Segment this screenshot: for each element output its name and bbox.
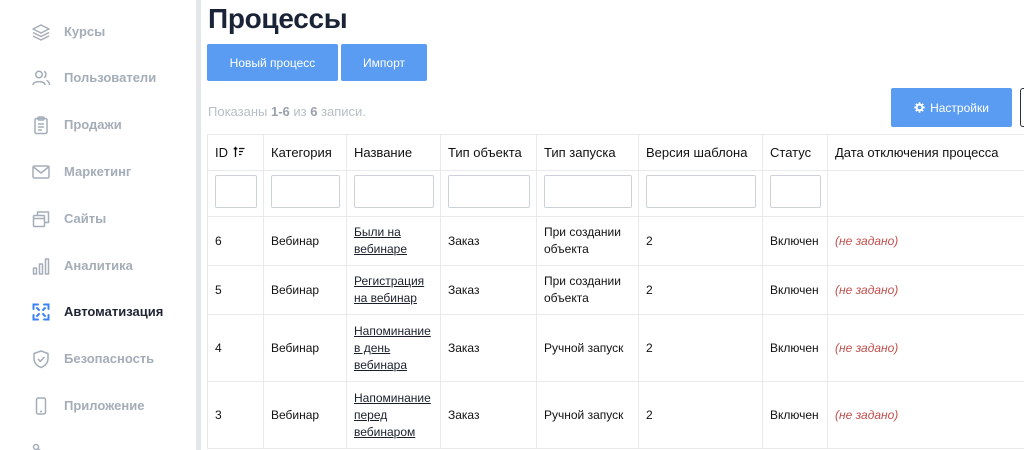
clipboard-icon [31,115,51,135]
scissors-icon [31,442,51,450]
sidebar-item-analytics[interactable]: Аналитика [0,251,196,281]
process-name-link[interactable]: Напоминание перед вебинаром [354,391,431,439]
sidebar-item-courses[interactable]: Курсы [0,17,196,47]
sidebar-item-label: Аналитика [64,258,133,273]
sidebar-item-sales[interactable]: Продажи [0,110,196,140]
users-icon [31,68,51,88]
cell-category: Вебинар [263,314,347,382]
sidebar-item-users[interactable]: Пользователи [0,63,196,93]
cell-category: Вебинар [263,216,347,266]
sidebar-item-security[interactable]: Безопасность [0,344,196,374]
cell-status: Включен [762,314,828,382]
filter-status-input[interactable] [770,175,821,208]
cell-launch-type: При создании объекта [536,216,639,266]
cell-version: 2 [638,381,763,449]
sidebar-item-label: Пользователи [64,70,157,85]
sidebar-item-label: Приложение [64,398,145,413]
sidebar-item-partial [0,437,196,450]
process-name-link[interactable]: Были на вебинаре [354,225,407,256]
cell-version: 2 [638,265,763,315]
sort-ascending-icon[interactable] [233,146,245,158]
cell-category: Вебинар [263,265,347,315]
mail-icon [31,162,51,182]
filter-row [207,170,1024,217]
cell-object-type: Заказ [440,216,537,266]
automation-icon [31,302,51,322]
column-header-category[interactable]: Категория [263,134,347,171]
cell-version: 2 [638,314,763,382]
cell-name: Были на вебинаре [346,216,441,266]
cell-status: Включен [762,381,828,449]
bar-chart-icon [31,256,51,276]
cell-name: Регистрация на вебинар [346,265,441,315]
cell-disable-date: (не задано) [827,265,1024,315]
process-name-link[interactable]: Регистрация на вебинар [354,274,424,305]
sidebar: Курсы Пользователи Продажи Маркетинг Сай… [0,0,196,450]
cell-category: Вебинар [263,381,347,449]
cell-status: Включен [762,265,828,315]
filter-category-input[interactable] [271,175,340,208]
sidebar-item-automation[interactable]: Автоматизация [0,297,196,327]
sidebar-item-label: Продажи [64,117,122,132]
sidebar-item-label: Безопасность [64,351,155,366]
column-header-name[interactable]: Название [346,134,441,171]
settings-button[interactable]: Настройки [891,88,1012,127]
column-header-disable-date: Дата отключения процесса [827,134,1024,171]
shield-check-icon [31,349,51,369]
cell-disable-date: (не задано) [827,216,1024,266]
cell-object-type: Заказ [440,381,537,449]
cell-launch-type: Ручной запуск [536,381,639,449]
table-row: 6 Вебинар Были на вебинаре Заказ При созд… [207,216,1024,266]
sidebar-item-label: Маркетинг [64,164,132,179]
cell-name: Напоминание перед вебинаром [346,381,441,449]
records-summary: Показаны 1-6 из 6 записи. [208,104,366,119]
sidebar-item-label: Курсы [64,24,106,39]
table-header-row: ID Категория Название Тип объекта Тип за… [207,134,1024,171]
table-row: 3 Вебинар Напоминание перед вебинаром Зака… [207,381,1024,449]
cell-object-type: Заказ [440,265,537,315]
cell-launch-type: Ручной запуск [536,314,639,382]
filter-name-input[interactable] [354,175,434,208]
cell-disable-date: (не задано) [827,314,1024,382]
layers-icon [31,22,51,42]
cell-disable-date: (не задано) [827,381,1024,449]
cell-id: 5 [207,265,264,315]
cell-id: 6 [207,216,264,266]
column-header-launch-type[interactable]: Тип запуска [536,134,639,171]
main-content: Процессы Новый процесс Импорт Показаны 1… [201,0,1024,450]
process-name-link[interactable]: Напоминание в день вебинара [354,324,431,372]
sidebar-item-sites[interactable]: Сайты [0,204,196,234]
column-header-id[interactable]: ID [207,134,264,171]
cell-id: 4 [207,314,264,382]
cell-object-type: Заказ [440,314,537,382]
import-button[interactable]: Импорт [341,44,427,81]
page-title: Процессы [208,3,348,34]
column-header-object-type[interactable]: Тип объекта [440,134,537,171]
partial-toolbar-button[interactable] [1020,88,1024,127]
settings-button-label: Настройки [930,100,989,115]
filter-launch-type-input[interactable] [544,175,632,208]
table-row: 5 Вебинар Регистрация на вебинар Заказ Пр… [207,265,1024,315]
cell-id: 3 [207,381,264,449]
processes-table: ID Категория Название Тип объекта Тип за… [207,134,1024,449]
phone-icon [31,396,51,416]
column-header-template-version[interactable]: Версия шаблона [638,134,763,171]
cell-version: 2 [638,216,763,266]
column-header-status[interactable]: Статус [762,134,828,171]
windows-icon [31,209,51,229]
filter-object-type-input[interactable] [448,175,530,208]
sidebar-item-marketing[interactable]: Маркетинг [0,157,196,187]
cell-status: Включен [762,216,828,266]
new-process-button[interactable]: Новый процесс [207,44,338,81]
cell-launch-type: При создании объекта [536,265,639,315]
filter-template-version-input[interactable] [646,175,756,208]
cell-name: Напоминание в день вебинара [346,314,441,382]
table-row: 4 Вебинар Напоминание в день вебинара Зака… [207,314,1024,382]
sidebar-item-label: Автоматизация [64,304,164,319]
sidebar-item-app[interactable]: Приложение [0,391,196,421]
sidebar-item-label: Сайты [64,211,107,226]
filter-id-input[interactable] [215,175,257,208]
gear-icon [914,102,925,113]
